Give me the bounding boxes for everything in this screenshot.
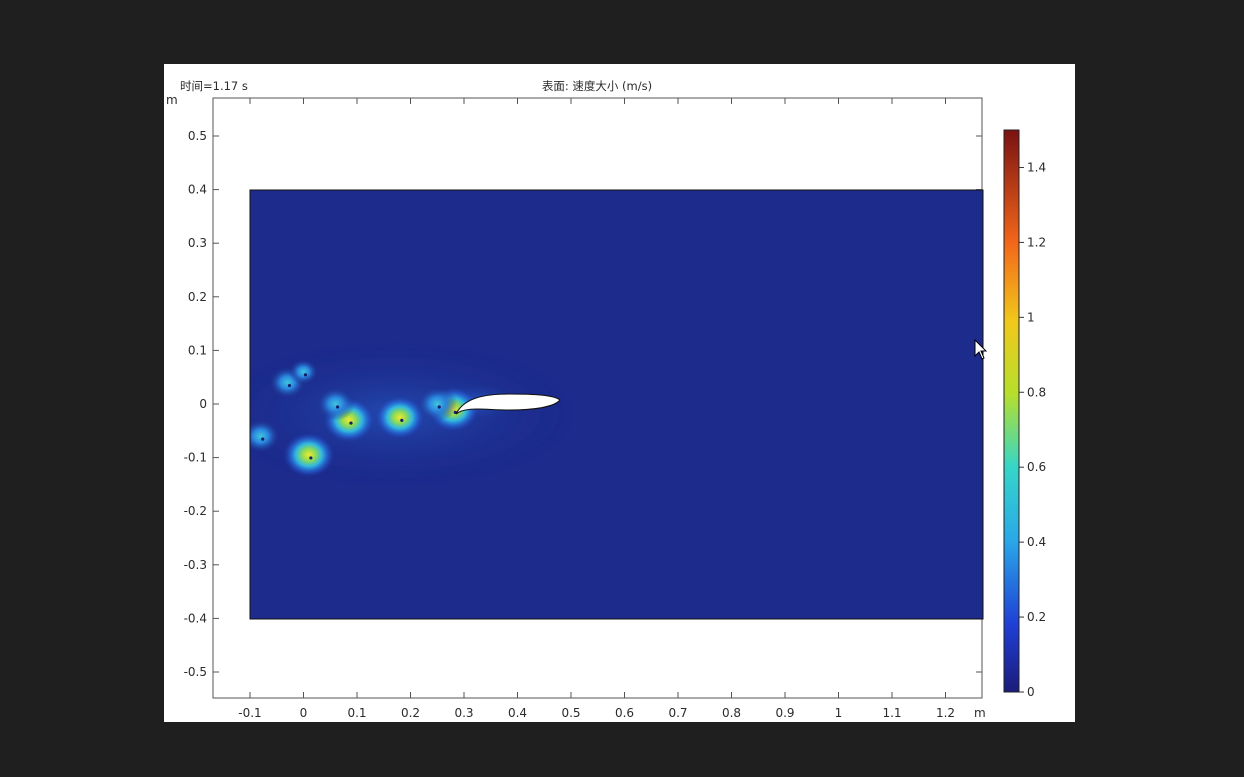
x-tick-label: 0.8 xyxy=(722,706,741,720)
y-unit-label: m xyxy=(166,93,178,107)
vortex-core xyxy=(400,418,404,422)
y-tick-label: 0 xyxy=(199,397,207,411)
x-tick-labels: -0.1 0 0.1 0.2 0.3 0.4 0.5 0.6 0.7 0.8 0.9 1 1.1 1.2 xyxy=(238,706,955,720)
plot-title: 表面: 速度大小 (m/s) xyxy=(542,79,652,93)
colorbar-tick-label: 1 xyxy=(1027,310,1035,324)
x-tick-label: 0.4 xyxy=(508,706,527,720)
y-tick-label: 0.4 xyxy=(188,183,207,197)
vortex-core xyxy=(287,383,292,388)
y-tick-label: -0.1 xyxy=(184,451,207,465)
vortex-mark xyxy=(316,387,355,421)
colorbar-tick-label: 0.8 xyxy=(1027,385,1046,399)
colorbar-tick-label: 1.4 xyxy=(1027,160,1046,174)
x-tick-label: 0.1 xyxy=(347,706,366,720)
y-tick-label: 0.1 xyxy=(188,343,207,357)
x-tick-label: 1 xyxy=(835,706,843,720)
vortex-core xyxy=(349,421,353,425)
x-tick-label: 0.9 xyxy=(775,706,794,720)
velocity-field xyxy=(250,190,983,619)
y-tick-label: 0.3 xyxy=(188,236,207,250)
vortex-core xyxy=(261,437,265,441)
x-tick-label: 1.1 xyxy=(882,706,901,720)
colorbar-tick-label: 0 xyxy=(1027,685,1035,699)
vortex-mark xyxy=(374,395,426,440)
y-tick-label: -0.5 xyxy=(184,665,207,679)
x-unit-label: m xyxy=(974,706,986,720)
time-label: 时间=1.17 s xyxy=(180,79,248,93)
vortex-mark xyxy=(282,431,336,479)
y-tick-label: 0.2 xyxy=(188,290,207,304)
vortex-mark xyxy=(288,359,319,385)
vortex-core xyxy=(437,405,441,409)
x-tick-label: -0.1 xyxy=(238,706,261,720)
colorbar-tick-label: 1.2 xyxy=(1027,235,1046,249)
vortex-core xyxy=(336,405,340,409)
vortex-core xyxy=(309,456,313,460)
colorbar-labels: 1.4 1.2 1 0.8 0.6 0.4 0.2 0 xyxy=(1019,160,1046,699)
x-tick-label: 0 xyxy=(300,706,308,720)
x-tick-label: 0.2 xyxy=(401,706,420,720)
velocity-plot: -0.1 0 0.1 0.2 0.3 0.4 0.5 0.6 0.7 0.8 0.9 1 1.1 1.2 … xyxy=(166,79,1046,720)
y-tick-labels: 0.5 0.4 0.3 0.2 0.1 0 -0.1 -0.2 -0.3 -0.4 -0.5 xyxy=(184,129,207,679)
x-tick-label: 0.3 xyxy=(454,706,473,720)
x-tick-label: 0.5 xyxy=(561,706,580,720)
vortex-core xyxy=(303,373,308,377)
colorbar-tick-label: 0.2 xyxy=(1027,610,1046,624)
x-tick-label: 0.7 xyxy=(668,706,687,720)
colorbar-tick-label: 0.6 xyxy=(1027,460,1046,474)
x-tick-label: 0.6 xyxy=(615,706,634,720)
y-tick-label: -0.2 xyxy=(184,504,207,518)
x-tick-label: 1.2 xyxy=(936,706,955,720)
colorbar xyxy=(1003,129,1020,693)
y-tick-label: -0.3 xyxy=(184,558,207,572)
mouse-cursor-icon xyxy=(974,339,988,360)
plot-frame: -0.1 0 0.1 0.2 0.3 0.4 0.5 0.6 0.7 0.8 0.9 1 1.1 1.2 … xyxy=(164,64,1075,722)
y-tick-label: -0.4 xyxy=(184,611,207,625)
colorbar-tick-label: 0.4 xyxy=(1027,535,1046,549)
y-tick-label: 0.5 xyxy=(188,129,207,143)
